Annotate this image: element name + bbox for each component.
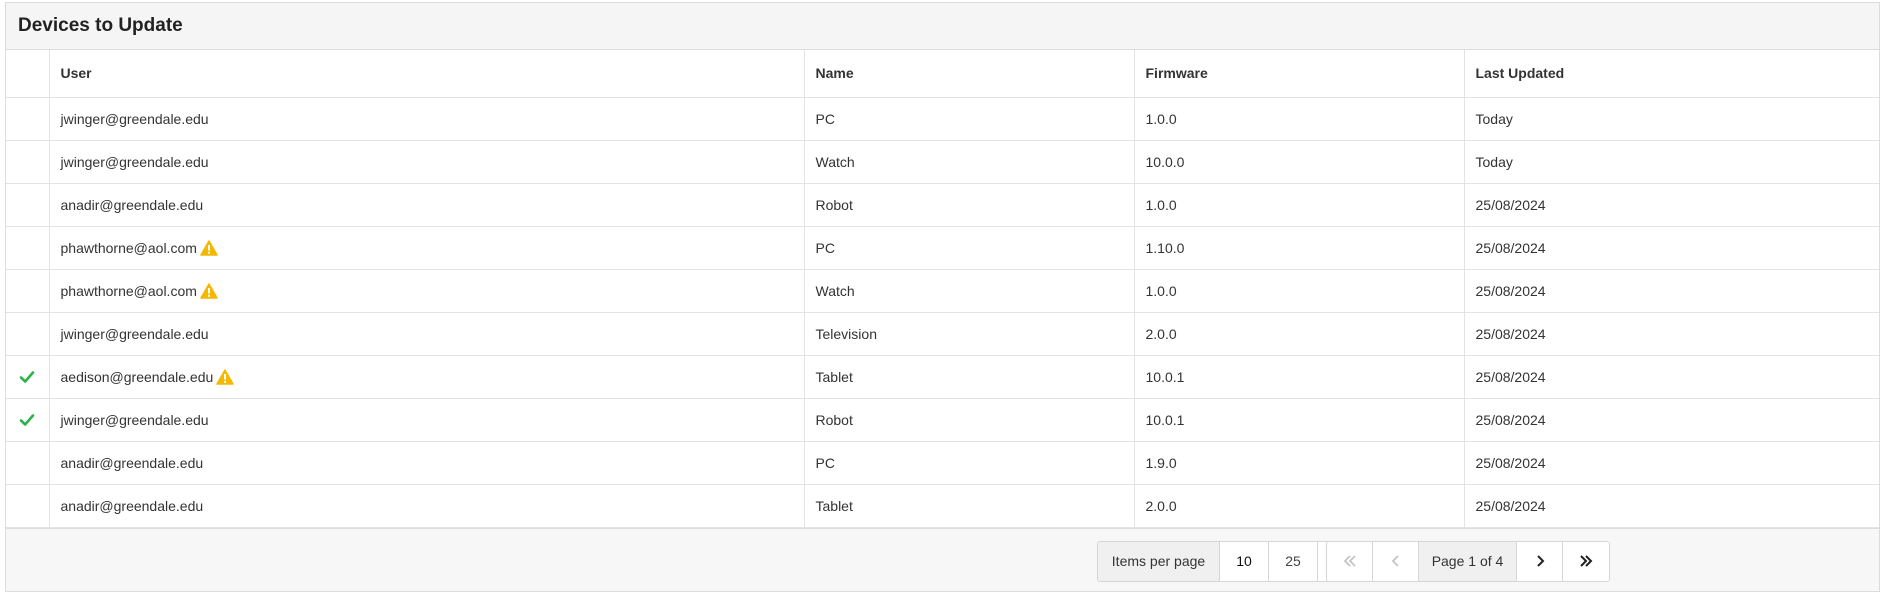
user-cell: anadir@greendale.edu <box>49 441 805 485</box>
last-updated-cell: Today <box>1464 140 1879 184</box>
table-row[interactable]: anadir@greendale.edu Tablet 2.0.0 25/08/202… <box>6 484 1879 528</box>
device-name-cell: PC <box>804 226 1135 270</box>
user-cell: phawthorne@aol.com <box>49 226 805 270</box>
firmware-cell: 1.0.0 <box>1134 183 1465 227</box>
page-size-10-button[interactable]: 10 <box>1220 541 1269 581</box>
next-page-button[interactable] <box>1517 541 1563 581</box>
device-name-cell: Watch <box>804 140 1135 184</box>
column-header-last-updated[interactable]: Last Updated <box>1464 50 1879 98</box>
device-name-cell: Robot <box>804 398 1135 442</box>
devices-panel: Devices to Update User Name Firmware Las… <box>5 2 1880 592</box>
row-check-cell[interactable] <box>6 269 50 313</box>
table-row[interactable]: phawthorne@aol.com PC 1.10.0 25/08/2024 <box>6 226 1879 270</box>
user-cell: jwinger@greendale.edu <box>49 312 805 356</box>
previous-page-button[interactable] <box>1373 541 1419 581</box>
last-updated-cell: 25/08/2024 <box>1464 312 1879 356</box>
user-email: jwinger@greendale.edu <box>60 110 209 127</box>
row-check-cell[interactable] <box>6 441 50 485</box>
warning-icon <box>216 368 235 385</box>
user-cell: jwinger@greendale.edu <box>49 140 805 184</box>
chevron-left-icon <box>1391 555 1399 567</box>
column-header-name[interactable]: Name <box>804 50 1135 98</box>
user-cell: jwinger@greendale.edu <box>49 398 805 442</box>
warning-icon <box>200 282 218 299</box>
device-name-cell: PC <box>804 97 1135 141</box>
last-updated-cell: 25/08/2024 <box>1464 398 1879 442</box>
user-cell: aedison@greendale.edu <box>49 355 805 399</box>
last-updated-cell: 25/08/2024 <box>1464 355 1879 399</box>
user-email: jwinger@greendale.edu <box>60 153 209 170</box>
double-chevron-right-icon <box>1580 555 1593 567</box>
last-updated-cell: 25/08/2024 <box>1464 269 1879 313</box>
firmware-cell: 1.0.0 <box>1134 97 1465 141</box>
warning-icon <box>200 239 218 256</box>
user-cell: phawthorne@aol.com <box>49 269 805 313</box>
user-cell: anadir@greendale.edu <box>49 183 805 227</box>
table-row[interactable]: jwinger@greendale.edu Robot 10.0.1 25/08/20… <box>6 398 1879 442</box>
device-name-cell: Television <box>804 312 1135 356</box>
row-check-cell[interactable] <box>6 97 50 141</box>
table-footer: Items per page 10 25 50 Page 1 of 4 <box>6 527 1879 591</box>
last-updated-cell: 25/08/2024 <box>1464 484 1879 528</box>
row-check-cell[interactable] <box>6 226 50 270</box>
firmware-cell: 1.9.0 <box>1134 441 1465 485</box>
row-check-cell[interactable] <box>6 355 50 399</box>
user-email: jwinger@greendale.edu <box>60 411 209 428</box>
last-updated-cell: 25/08/2024 <box>1464 441 1879 485</box>
firmware-cell: 2.0.0 <box>1134 484 1465 528</box>
column-header-check <box>6 50 50 98</box>
firmware-cell: 10.0.0 <box>1134 140 1465 184</box>
check-icon <box>19 413 35 426</box>
table-row[interactable]: jwinger@greendale.edu PC 1.0.0 Today <box>6 97 1879 141</box>
firmware-cell: 10.0.1 <box>1134 355 1465 399</box>
table-row[interactable]: aedison@greendale.edu Tablet 10.0.1 25/08/2… <box>6 355 1879 399</box>
user-cell: anadir@greendale.edu <box>49 484 805 528</box>
user-email: anadir@greendale.edu <box>60 196 204 213</box>
table-row[interactable]: jwinger@greendale.edu Television 2.0.0 25/0… <box>6 312 1879 356</box>
table-row[interactable]: anadir@greendale.edu Robot 1.0.0 25/08/2024 <box>6 183 1879 227</box>
last-updated-cell: 25/08/2024 <box>1464 226 1879 270</box>
panel-title: Devices to Update <box>18 15 183 36</box>
first-page-button[interactable] <box>1327 541 1373 581</box>
device-name-cell: Robot <box>804 183 1135 227</box>
devices-table: User Name Firmware Last Updated jwinger@… <box>6 50 1879 528</box>
panel-header: Devices to Update <box>6 3 1879 50</box>
last-updated-cell: Today <box>1464 97 1879 141</box>
page-indicator: Page 1 of 4 <box>1419 541 1517 581</box>
firmware-cell: 1.10.0 <box>1134 226 1465 270</box>
user-email: jwinger@greendale.edu <box>60 325 209 342</box>
row-check-cell[interactable] <box>6 312 50 356</box>
table-row[interactable]: phawthorne@aol.com Watch 1.0.0 25/08/2024 <box>6 269 1879 313</box>
user-cell: jwinger@greendale.edu <box>49 97 805 141</box>
check-icon <box>19 370 35 383</box>
row-check-cell[interactable] <box>6 183 50 227</box>
device-name-cell: Watch <box>804 269 1135 313</box>
row-check-cell[interactable] <box>6 398 50 442</box>
table-row[interactable]: jwinger@greendale.edu Watch 10.0.0 Today <box>6 140 1879 184</box>
firmware-cell: 10.0.1 <box>1134 398 1465 442</box>
user-email: phawthorne@aol.com <box>60 239 197 256</box>
items-per-page-label: Items per page <box>1098 541 1220 581</box>
user-email: anadir@greendale.edu <box>60 454 204 471</box>
table-row[interactable]: anadir@greendale.edu PC 1.9.0 25/08/2024 <box>6 441 1879 485</box>
user-email: aedison@greendale.edu <box>60 368 214 385</box>
last-page-button[interactable] <box>1563 542 1609 581</box>
page-navigator: Page 1 of 4 <box>1326 540 1610 582</box>
row-check-cell[interactable] <box>6 140 50 184</box>
firmware-cell: 2.0.0 <box>1134 312 1465 356</box>
double-chevron-left-icon <box>1343 555 1356 567</box>
row-check-cell[interactable] <box>6 484 50 528</box>
device-name-cell: Tablet <box>804 355 1135 399</box>
table-header-row: User Name Firmware Last Updated <box>6 50 1879 98</box>
firmware-cell: 1.0.0 <box>1134 269 1465 313</box>
device-name-cell: Tablet <box>804 484 1135 528</box>
page-size-25-button[interactable]: 25 <box>1269 541 1318 581</box>
last-updated-cell: 25/08/2024 <box>1464 183 1879 227</box>
column-header-user[interactable]: User <box>49 50 805 98</box>
user-email: phawthorne@aol.com <box>60 282 197 299</box>
chevron-right-icon <box>1536 555 1544 567</box>
device-name-cell: PC <box>804 441 1135 485</box>
column-header-firmware[interactable]: Firmware <box>1134 50 1465 98</box>
user-email: anadir@greendale.edu <box>60 497 204 514</box>
